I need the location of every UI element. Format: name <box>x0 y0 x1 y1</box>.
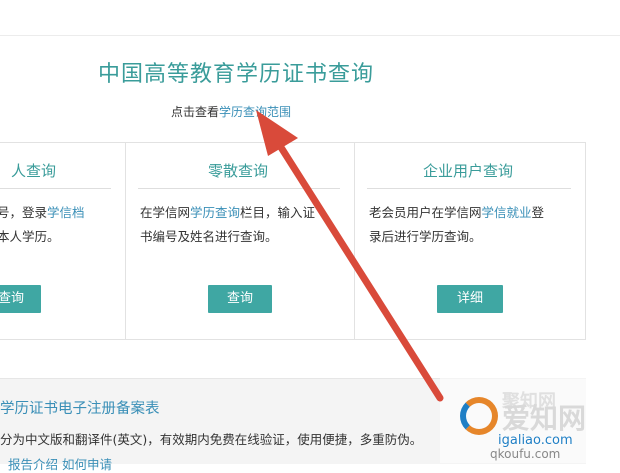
red-arrow-annotation <box>256 110 444 402</box>
arrow-shaft <box>266 126 444 402</box>
arrow-head <box>256 110 298 156</box>
